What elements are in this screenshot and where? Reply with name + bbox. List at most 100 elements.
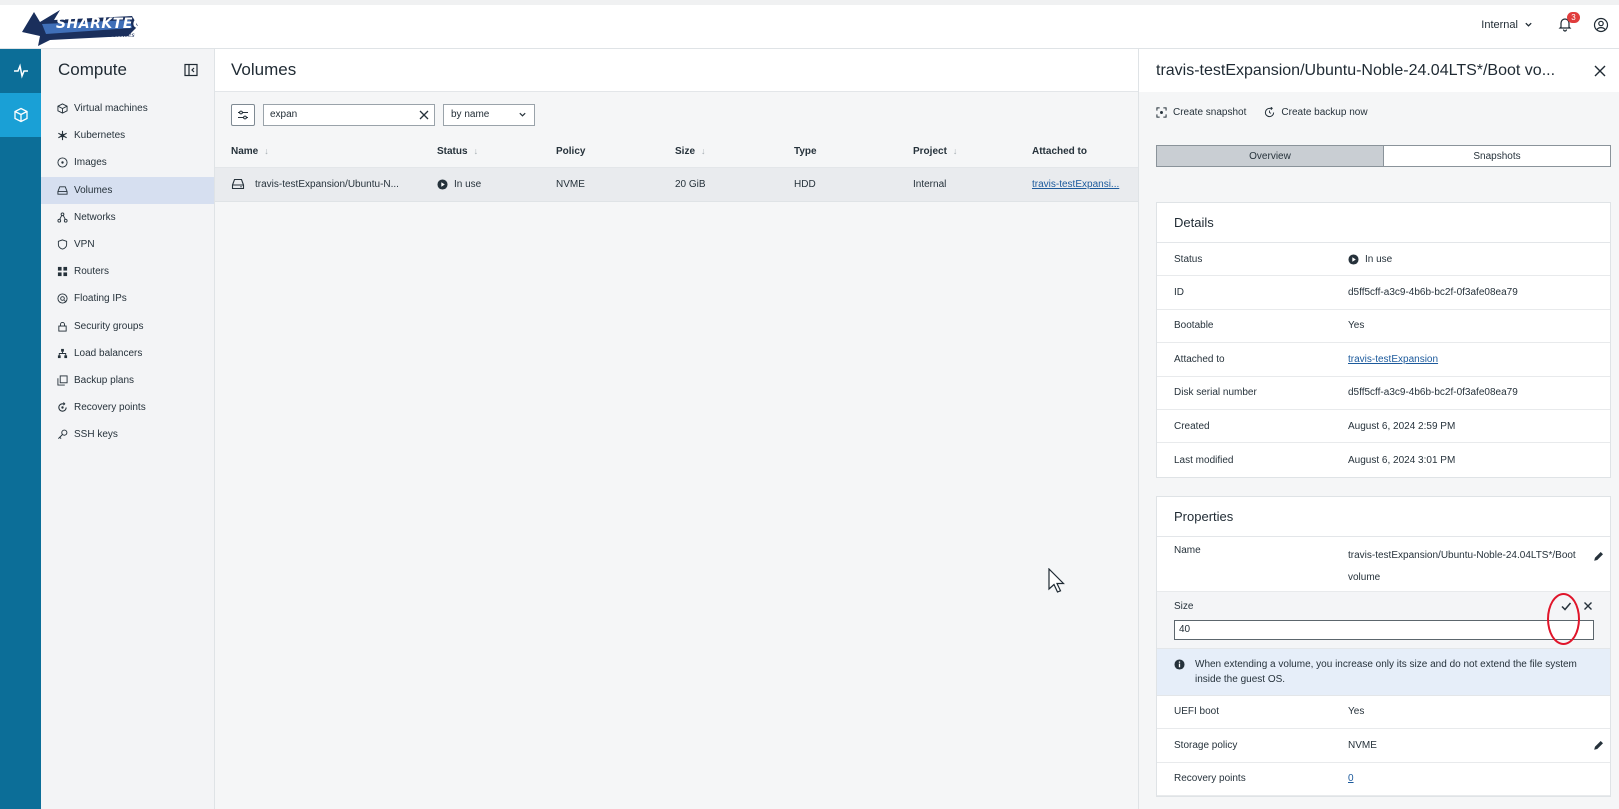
volume-drive-icon [231,178,245,190]
sharktech-logo[interactable]: SHARKTECH Internet Services [20,6,155,48]
check-icon[interactable] [1560,600,1572,612]
extend-info-notice: When extending a volume, you increase on… [1157,648,1610,696]
compute-sidebar: Compute Virtual machines Kubernetes Imag… [41,49,215,809]
detail-value: August 6, 2024 2:59 PM [1348,420,1456,432]
volumes-page: Volumes by name Name↓ Status↓ Policy Siz… [215,49,1138,809]
detail-label: Created [1174,420,1210,432]
notifications-button[interactable]: 3 [1557,11,1580,34]
detail-value: Yes [1348,320,1365,332]
logo-subtitle: Internet Services [82,32,135,39]
size-input[interactable] [1174,619,1594,640]
sidebar-item-label: Security groups [74,320,144,332]
info-icon [1174,659,1185,670]
column-header-size[interactable]: Size ↓ [659,137,778,168]
cell-project: Internal [897,167,1016,202]
create-snapshot-label: Create snapshot [1173,107,1247,118]
detail-value: d5ff5cff-a3c9-4b6b-bc2f-0f3afe08ea79 [1348,287,1518,299]
info-text: When extending a volume, you increase on… [1195,658,1577,685]
sidebar-item-label: Recovery points [74,402,146,414]
disc-icon [57,157,68,169]
chevron-down-icon [1525,22,1532,27]
attached-vm-link[interactable]: travis-testExpansion [1348,354,1438,365]
sidebar-item-vpn[interactable]: VPN [41,231,214,258]
sidebar-item-routers[interactable]: Routers [41,258,214,285]
attached-vm-link[interactable]: travis-testExpansi... [1032,179,1119,190]
table-row[interactable]: travis-testExpansion/Ubuntu-N... In use … [215,167,1138,202]
kubernetes-icon [58,131,67,141]
monitoring-rail-button[interactable] [0,49,41,93]
sidebar-item-label: Volumes [74,184,113,196]
property-label: Storage policy [1174,739,1238,751]
property-label: UEFI boot [1174,706,1220,718]
cancel-edit-icon[interactable] [1582,600,1594,612]
clear-search-icon[interactable] [418,109,430,121]
edit-storage-policy-button[interactable] [1586,740,1610,751]
property-row-name: Name travis-testExpansion/Ubuntu-Noble-2… [1157,537,1610,592]
property-label: Name [1174,544,1201,556]
page-title: Volumes [215,49,1138,92]
sidebar-item-label: Images [74,157,107,169]
cell-policy: NVME [540,167,659,202]
detail-label: Attached to [1174,353,1225,365]
column-header-type: Type [778,137,897,168]
pencil-icon [1593,551,1603,561]
sidebar-item-volumes[interactable]: Volumes [41,176,214,204]
detail-row-status: Status In use [1157,243,1610,277]
column-header-name[interactable]: Name ↓ [215,137,421,168]
user-menu-button[interactable] [1593,17,1609,33]
sidebar-item-label: Virtual machines [74,103,148,115]
edit-name-button[interactable] [1586,551,1610,562]
snapshot-icon [1156,107,1167,118]
sort-arrow-icon: ↓ [701,146,706,157]
tab-overview[interactable]: Overview [1157,146,1384,166]
create-snapshot-button[interactable]: Create snapshot [1156,107,1246,118]
status-value: In use [1365,253,1393,265]
top-strip [0,0,1619,5]
close-icon[interactable] [1593,64,1607,78]
detail-value: d5ff5cff-a3c9-4b6b-bc2f-0f3afe08ea79 [1348,387,1518,399]
sidebar-item-floating-ips[interactable]: Floating IPs [41,285,214,312]
recovery-icon [58,402,67,412]
panel-actions: Create snapshot Create backup now [1139,92,1619,133]
tab-snapshots[interactable]: Snapshots [1384,146,1610,166]
detail-row-created: Created August 6, 2024 2:59 PM [1157,410,1610,444]
collapse-sidebar-icon[interactable] [184,63,198,77]
column-header-status[interactable]: Status ↓ [421,137,540,168]
sidebar-item-load-balancers[interactable]: Load balancers [41,340,214,367]
filter-button[interactable] [231,103,255,126]
size-edit-row: Size [1157,591,1610,649]
cell-attached-to: travis-testExpansi... [1016,167,1138,202]
sidebar-item-recovery-points[interactable]: Recovery points [41,394,214,421]
properties-title: Properties [1157,497,1610,537]
detail-label: Bootable [1174,320,1214,332]
create-backup-button[interactable]: Create backup now [1264,107,1368,118]
sidebar-item-label: VPN [74,239,95,251]
sidebar-item-security-groups[interactable]: Security groups [41,313,214,340]
property-row-uefi-boot: UEFI boot Yes [1157,696,1610,730]
property-label: Size [1174,600,1194,612]
sidebar-item-images[interactable]: Images [41,149,214,176]
sidebar-item-ssh-keys[interactable]: SSH keys [41,421,214,448]
sidebar-item-kubernetes[interactable]: Kubernetes [41,122,214,149]
volume-name: travis-testExpansion/Ubuntu-N... [255,178,399,190]
cell-type: HDD [778,167,897,202]
shield-icon [57,239,68,250]
cell-status: In use [421,167,540,202]
sidebar-item-virtual-machines[interactable]: Virtual machines [41,95,214,122]
floating-ip-icon [57,293,68,304]
sidebar-item-backup-plans[interactable]: Backup plans [41,367,214,394]
property-value: NVME [1348,739,1377,751]
sidebar-item-networks[interactable]: Networks [41,204,214,231]
cell-name: travis-testExpansion/Ubuntu-N... [215,167,421,202]
play-status-icon [437,178,448,190]
left-rail [0,49,41,809]
recovery-points-link[interactable]: 0 [1348,773,1354,784]
network-icon [57,212,68,223]
search-input[interactable] [264,109,410,120]
column-header-project[interactable]: Project ↓ [897,137,1016,168]
sort-select[interactable]: by name [443,103,535,126]
compute-rail-button[interactable] [0,93,41,137]
project-switcher[interactable]: Internal [1481,19,1533,31]
size-edit-controls [1560,600,1594,612]
detail-value: August 6, 2024 3:01 PM [1348,454,1456,466]
